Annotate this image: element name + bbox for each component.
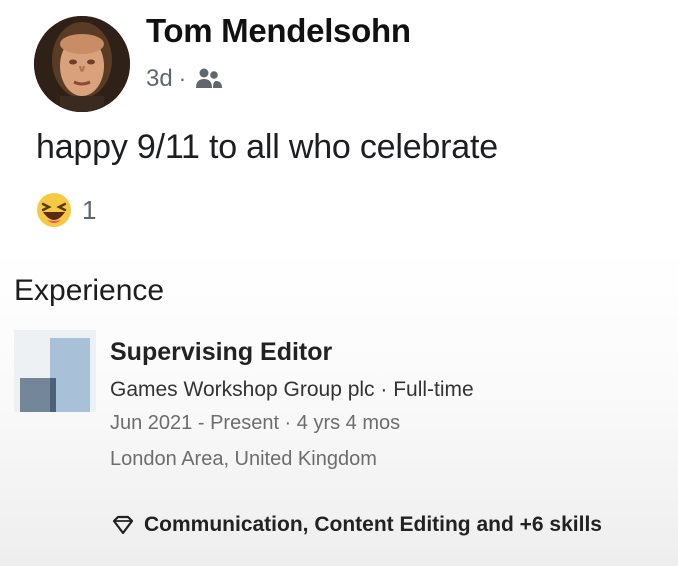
reactions-summary[interactable]: 1 — [34, 190, 96, 230]
diamond-icon — [112, 514, 134, 536]
location-line: London Area, United Kingdom — [110, 448, 377, 470]
job-title[interactable]: Supervising Editor — [110, 338, 332, 367]
experience-section: Experience Supervising Editor Games Work… — [0, 250, 678, 566]
meta-separator: · — [178, 66, 187, 91]
author-avatar[interactable] — [34, 16, 130, 112]
company-line[interactable]: Games Workshop Group plc · Full-time — [110, 378, 474, 402]
logo-block-overlap — [50, 378, 56, 412]
post-meta: 3d · — [146, 62, 224, 96]
post-timestamp[interactable]: 3d — [146, 65, 173, 93]
facebook-post: Tom Mendelsohn 3d · happy 9/11 to all wh… — [0, 0, 678, 250]
skills-text: Communication, Content Editing and +6 sk… — [144, 513, 602, 536]
reaction-count: 1 — [82, 194, 97, 225]
friends-icon[interactable] — [194, 66, 224, 92]
experience-heading: Experience — [14, 274, 165, 307]
dates-line: Jun 2021 - Present · 4 yrs 4 mos — [110, 412, 401, 434]
haha-icon — [34, 190, 74, 230]
author-name[interactable]: Tom Mendelsohn — [146, 12, 411, 50]
post-text: happy 9/11 to all who celebrate — [36, 128, 498, 166]
logo-block-light — [50, 338, 90, 412]
skills-row[interactable]: Communication, Content Editing and +6 sk… — [112, 510, 602, 540]
company-logo[interactable] — [14, 330, 96, 412]
